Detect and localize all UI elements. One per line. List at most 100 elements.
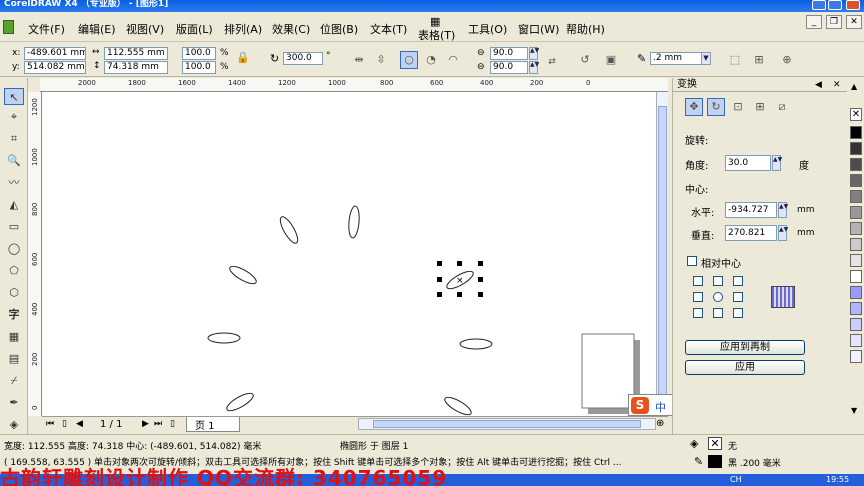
horizontal-field[interactable]: -934.727 bbox=[725, 202, 777, 218]
menu-arrange[interactable]: 排列(A) bbox=[224, 21, 262, 37]
wrap-text-icon[interactable]: ↺ bbox=[576, 51, 594, 69]
docker-close-icon[interactable]: ✕ bbox=[833, 78, 841, 92]
first-page-icon[interactable]: ⏮ bbox=[46, 419, 54, 429]
skew-tab-icon[interactable]: ⧄ bbox=[773, 98, 791, 116]
scale-y-field[interactable]: 100.0 bbox=[182, 61, 216, 74]
change-direction-icon[interactable]: ⇄ bbox=[543, 53, 561, 71]
color-swatch[interactable] bbox=[850, 174, 862, 187]
scale-x-field[interactable]: 100.0 bbox=[182, 47, 216, 60]
start-angle-field[interactable]: 90.0 bbox=[490, 47, 528, 60]
zoom-nav-icon[interactable]: ⊕ bbox=[656, 418, 664, 429]
anchor-bottom-left[interactable] bbox=[693, 308, 703, 318]
anchor-bottom-center[interactable] bbox=[713, 308, 723, 318]
start-angle-spinner[interactable]: ▲▼ bbox=[529, 47, 539, 60]
anchor-middle-left[interactable] bbox=[693, 292, 703, 302]
language-indicator[interactable]: CH bbox=[730, 475, 742, 484]
text-tool-icon[interactable]: 字 bbox=[4, 306, 24, 323]
smart-fill-icon[interactable]: ◭ bbox=[4, 196, 24, 213]
polygon-tool-icon[interactable]: ⬠ bbox=[4, 262, 24, 279]
scroll-thumb[interactable] bbox=[658, 106, 667, 400]
end-angle-spinner[interactable]: ▲▼ bbox=[529, 61, 539, 74]
next-page-icon[interactable]: ▶ bbox=[142, 419, 149, 429]
color-swatch[interactable] bbox=[850, 270, 862, 283]
apply-button[interactable]: 应用 bbox=[685, 360, 805, 375]
end-angle-field[interactable]: 90.0 bbox=[490, 61, 528, 74]
menu-window[interactable]: 窗口(W) bbox=[518, 21, 559, 37]
color-swatch[interactable] bbox=[850, 350, 862, 363]
color-swatch[interactable] bbox=[850, 254, 862, 267]
anchor-top-left[interactable] bbox=[693, 276, 703, 286]
prev-page-icon[interactable]: ◀ bbox=[76, 419, 83, 429]
color-swatch[interactable] bbox=[850, 318, 862, 331]
width-field[interactable]: 112.555 mm bbox=[104, 47, 168, 60]
mirror-horizontal-icon[interactable]: ⇹ bbox=[350, 51, 368, 69]
outline-tool-icon[interactable]: ✒ bbox=[4, 394, 24, 411]
anchor-top-right[interactable] bbox=[733, 276, 743, 286]
menu-help[interactable]: 帮助(H) bbox=[566, 21, 605, 37]
rectangle-tool-icon[interactable]: ▭ bbox=[4, 218, 24, 235]
color-swatch[interactable] bbox=[850, 286, 862, 299]
target-icon[interactable]: ⊕ bbox=[778, 51, 796, 69]
relative-center-checkbox[interactable] bbox=[687, 256, 697, 266]
pie-mode-icon[interactable]: ◔ bbox=[422, 51, 440, 69]
freehand-tool-icon[interactable]: 〰 bbox=[4, 174, 24, 191]
no-color-swatch[interactable]: ✕ bbox=[850, 108, 862, 121]
menu-file[interactable]: 文件(F) bbox=[28, 21, 65, 37]
docker-menu-icon[interactable]: ◀ bbox=[815, 78, 822, 92]
drawing-canvas[interactable]: × bbox=[42, 92, 656, 416]
arc-mode-icon[interactable]: ◠ bbox=[444, 51, 462, 69]
scroll-thumb[interactable] bbox=[373, 420, 641, 428]
scale-tab-icon[interactable]: ⊡ bbox=[729, 98, 747, 116]
document-icon[interactable] bbox=[3, 20, 14, 34]
menu-edit[interactable]: 编辑(E) bbox=[78, 21, 116, 37]
close-button[interactable] bbox=[846, 0, 860, 10]
vertical-field[interactable]: 270.821 bbox=[725, 225, 777, 241]
zoom-tool-icon[interactable]: 🔍 bbox=[4, 152, 24, 169]
lock-ratio-icon[interactable]: 🔒 bbox=[234, 49, 252, 67]
color-swatch[interactable] bbox=[850, 334, 862, 347]
color-swatch[interactable] bbox=[850, 222, 862, 235]
size-tab-icon[interactable]: ⊞ bbox=[751, 98, 769, 116]
rotation-field[interactable]: 300.0 bbox=[283, 52, 323, 65]
maximize-button[interactable] bbox=[828, 0, 842, 10]
ellipse-mode-icon[interactable]: ○ bbox=[400, 51, 418, 69]
minimize-button[interactable] bbox=[812, 0, 826, 10]
palette-scroll-down-icon[interactable]: ▼ bbox=[851, 406, 857, 415]
anchor-top-center[interactable] bbox=[713, 276, 723, 286]
rotate-tab-icon[interactable]: ↻ bbox=[707, 98, 725, 116]
height-field[interactable]: 74.318 mm bbox=[104, 61, 168, 74]
mirror-vertical-icon[interactable]: ⇳ bbox=[372, 51, 390, 69]
color-swatch[interactable] bbox=[850, 238, 862, 251]
no-fill-swatch[interactable]: ✕ bbox=[708, 437, 722, 450]
vertical-spinner[interactable]: ▲▼ bbox=[778, 225, 788, 241]
menu-bitmaps[interactable]: 位图(B) bbox=[320, 21, 358, 37]
page-icon[interactable]: ▯ bbox=[62, 419, 67, 429]
menu-effects[interactable]: 效果(C) bbox=[272, 21, 310, 37]
anchor-bottom-right[interactable] bbox=[733, 308, 743, 318]
doc-close-button[interactable]: ✕ bbox=[846, 15, 862, 29]
last-page-icon[interactable]: ⏭ bbox=[154, 419, 162, 429]
convert-outline-icon[interactable]: ⊞ bbox=[750, 51, 768, 69]
table-tool-icon[interactable]: ▦ bbox=[4, 328, 24, 345]
color-swatch[interactable] bbox=[850, 302, 862, 315]
menu-table[interactable]: 表格(T) bbox=[418, 27, 455, 43]
menu-layout[interactable]: 版面(L) bbox=[176, 21, 213, 37]
color-swatch[interactable] bbox=[850, 142, 862, 155]
shape-tool-icon[interactable]: ⌖ bbox=[4, 108, 24, 125]
color-swatch[interactable] bbox=[850, 158, 862, 171]
doc-minimize-button[interactable]: _ bbox=[806, 15, 822, 29]
y-position-field[interactable]: 514.082 mm bbox=[24, 61, 86, 74]
basic-shapes-icon[interactable]: ⬡ bbox=[4, 284, 24, 301]
anchor-center[interactable] bbox=[713, 292, 723, 302]
x-position-field[interactable]: -489.601 mm bbox=[24, 47, 86, 60]
fill-tool-icon[interactable]: ◈ bbox=[4, 416, 24, 433]
pick-tool-icon[interactable]: ↖ bbox=[4, 88, 24, 105]
position-tab-icon[interactable]: ✥ bbox=[685, 98, 703, 116]
menu-view[interactable]: 视图(V) bbox=[126, 21, 164, 37]
anchor-middle-right[interactable] bbox=[733, 292, 743, 302]
menu-tools[interactable]: 工具(O) bbox=[468, 21, 507, 37]
menu-text[interactable]: 文本(T) bbox=[370, 21, 407, 37]
horizontal-spinner[interactable]: ▲▼ bbox=[778, 202, 788, 218]
angle-spinner[interactable]: ▲▼ bbox=[772, 155, 782, 171]
color-swatch[interactable] bbox=[850, 190, 862, 203]
